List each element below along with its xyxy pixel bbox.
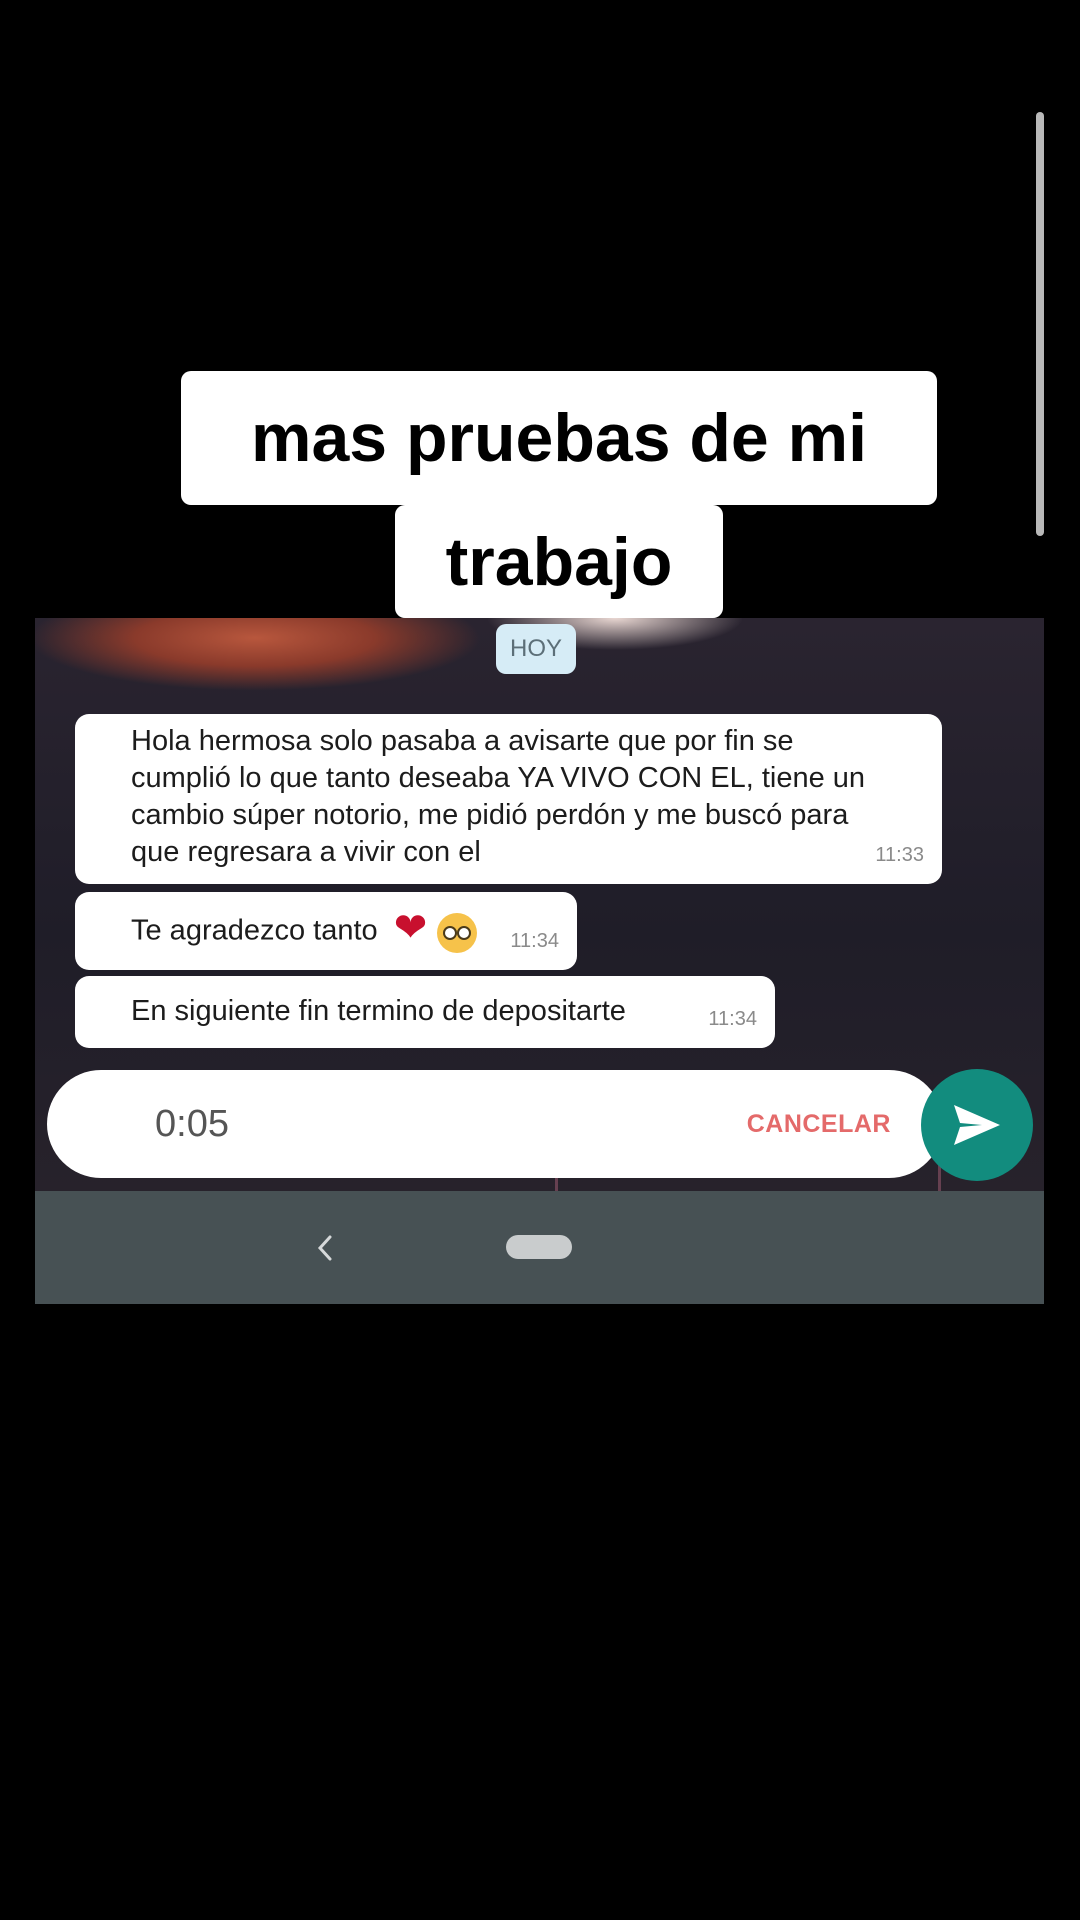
caption-text-1: mas pruebas de mi (250, 400, 868, 476)
message-1-line-2: cumplió lo que tanto deseaba YA VIVO CON… (131, 762, 866, 794)
heart-emoji-icon: ❤ (393, 906, 428, 950)
date-chip: HOY (496, 624, 576, 674)
message-2-text: Te agradezco tanto (131, 914, 378, 947)
message-2-time: 11:34 (510, 930, 559, 952)
message-3-time: 11:34 (708, 1008, 757, 1030)
pleading-face-emoji-icon (437, 913, 478, 954)
message-bubble-1[interactable]: Hola hermosa solo pasaba a avisarte que … (75, 714, 942, 884)
send-button[interactable] (921, 1069, 1033, 1181)
message-2-emojis: ❤ (394, 908, 478, 954)
message-1-line-3: cambio súper notorio, me pidió perdón y … (131, 799, 849, 831)
system-navigation-bar (35, 1191, 1044, 1304)
message-3-text: En siguiente fin termino de depositarte (131, 995, 626, 1027)
message-1-time: 11:33 (875, 844, 924, 866)
back-button[interactable] (305, 1191, 345, 1304)
caption-line-2: trabajo (395, 505, 723, 618)
back-chevron-icon (317, 1235, 332, 1260)
message-bubble-2[interactable]: Te agradezco tanto ❤ 11:34 (75, 892, 577, 970)
message-1-line-4: que regresara a vivir con el (131, 836, 481, 868)
message-1-line-1: Hola hermosa solo pasaba a avisarte que … (131, 725, 794, 757)
send-icon (954, 1105, 1000, 1145)
cancel-recording-button[interactable]: CANCELAR (747, 1070, 891, 1178)
date-chip-label: HOY (509, 635, 562, 662)
chat-screenshot: HOY Hola hermosa solo pasaba a avisarte … (35, 618, 1044, 1304)
scrollbar[interactable] (1036, 112, 1044, 536)
caption-text-2: trabajo (445, 523, 673, 600)
caption-line-1: mas pruebas de mi (181, 371, 937, 505)
home-pill-icon[interactable] (506, 1235, 572, 1259)
recording-timer: 0:05 (155, 1102, 229, 1145)
voice-recording-bar: 0:05 CANCELAR (47, 1070, 943, 1178)
message-bubble-3[interactable]: En siguiente fin termino de depositarte … (75, 976, 775, 1048)
